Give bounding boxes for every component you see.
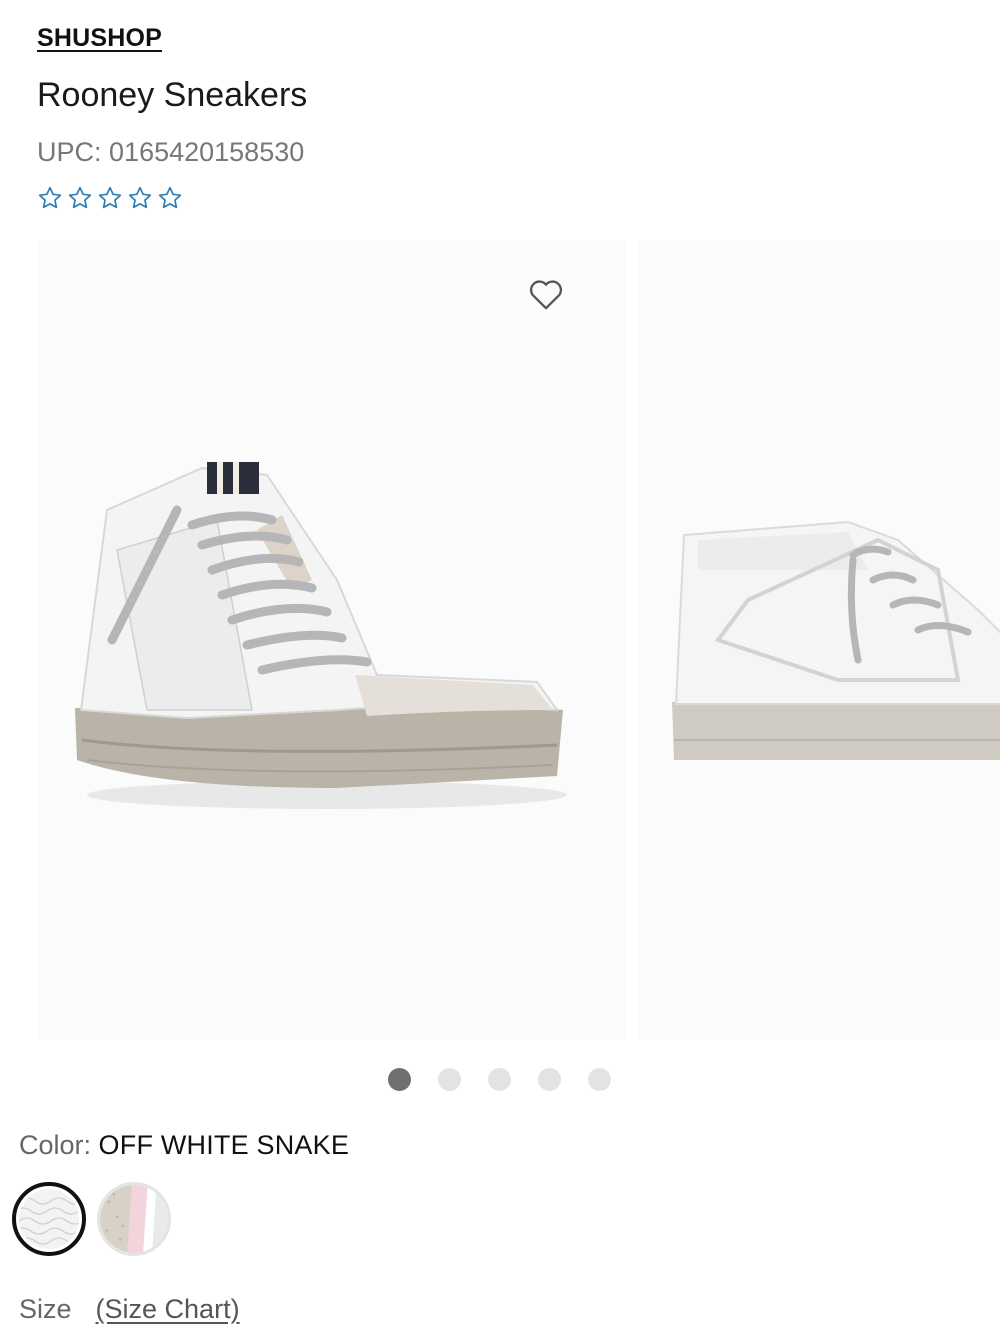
upc-value: 0165420158530 bbox=[109, 137, 305, 167]
upc-line: UPC: 0165420158530 bbox=[37, 137, 304, 168]
carousel-dot-3[interactable] bbox=[488, 1068, 511, 1091]
brand-link[interactable]: SHUSHOP bbox=[37, 24, 162, 53]
snake-texture-swatch-image bbox=[19, 1189, 79, 1249]
sneaker-side-image[interactable] bbox=[638, 240, 1000, 1040]
star-icon bbox=[158, 186, 182, 209]
carousel-dot-4[interactable] bbox=[538, 1068, 561, 1091]
rating-stars[interactable] bbox=[37, 185, 183, 211]
product-title: Rooney Sneakers bbox=[37, 76, 308, 114]
size-row: Size (Size Chart) bbox=[19, 1294, 240, 1325]
carousel-dot-1[interactable] bbox=[388, 1068, 411, 1091]
carousel-dot-2[interactable] bbox=[438, 1068, 461, 1091]
color-value: OFF WHITE SNAKE bbox=[98, 1130, 350, 1160]
size-label: Size bbox=[19, 1294, 72, 1324]
swatch-off-white-snake[interactable] bbox=[12, 1182, 86, 1256]
product-image-carousel[interactable] bbox=[37, 240, 1000, 1040]
swatch-glitter-pink[interactable] bbox=[97, 1182, 171, 1256]
sneaker-front-angle-image[interactable] bbox=[37, 240, 627, 1040]
heart-icon[interactable] bbox=[526, 274, 566, 314]
star-icon bbox=[98, 186, 122, 209]
carousel-pagination[interactable] bbox=[388, 1068, 611, 1091]
star-icon bbox=[128, 186, 152, 209]
star-icon bbox=[68, 186, 92, 209]
carousel-dot-5[interactable] bbox=[588, 1068, 611, 1091]
upc-label: UPC: bbox=[37, 137, 102, 167]
sneaker-front-illustration bbox=[75, 462, 567, 809]
color-label: Color: bbox=[19, 1130, 92, 1160]
color-selection-label: Color: OFF WHITE SNAKE bbox=[19, 1130, 349, 1161]
glitter-pink-swatch-image bbox=[100, 1185, 168, 1253]
color-swatches bbox=[12, 1182, 171, 1256]
star-icon bbox=[38, 186, 62, 209]
sneaker-side-illustration bbox=[672, 520, 1000, 760]
size-chart-link[interactable]: (Size Chart) bbox=[96, 1294, 240, 1325]
